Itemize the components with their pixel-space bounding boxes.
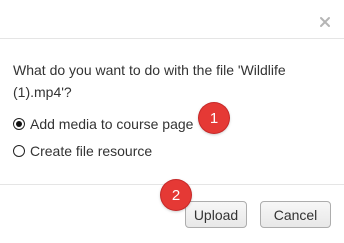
- radio-create-file-resource[interactable]: [13, 145, 25, 157]
- option-create-file-resource-label: Create file resource: [30, 143, 153, 159]
- upload-choice-dialog: What do you want to do with the file 'Wi…: [0, 0, 344, 243]
- option-create-file-resource[interactable]: Create file resource: [13, 143, 152, 159]
- upload-button[interactable]: Upload: [185, 201, 247, 228]
- option-add-media-label: Add media to course page: [30, 116, 194, 132]
- radio-add-media[interactable]: [13, 118, 25, 130]
- close-icon[interactable]: [318, 15, 332, 29]
- header-divider: [0, 38, 344, 39]
- step-2-badge: 2: [161, 180, 191, 210]
- cancel-button[interactable]: Cancel: [260, 201, 331, 228]
- dialog-question: What do you want to do with the file 'Wi…: [13, 62, 286, 100]
- option-add-media[interactable]: Add media to course page: [13, 116, 193, 132]
- step-1-badge: 1: [199, 103, 229, 133]
